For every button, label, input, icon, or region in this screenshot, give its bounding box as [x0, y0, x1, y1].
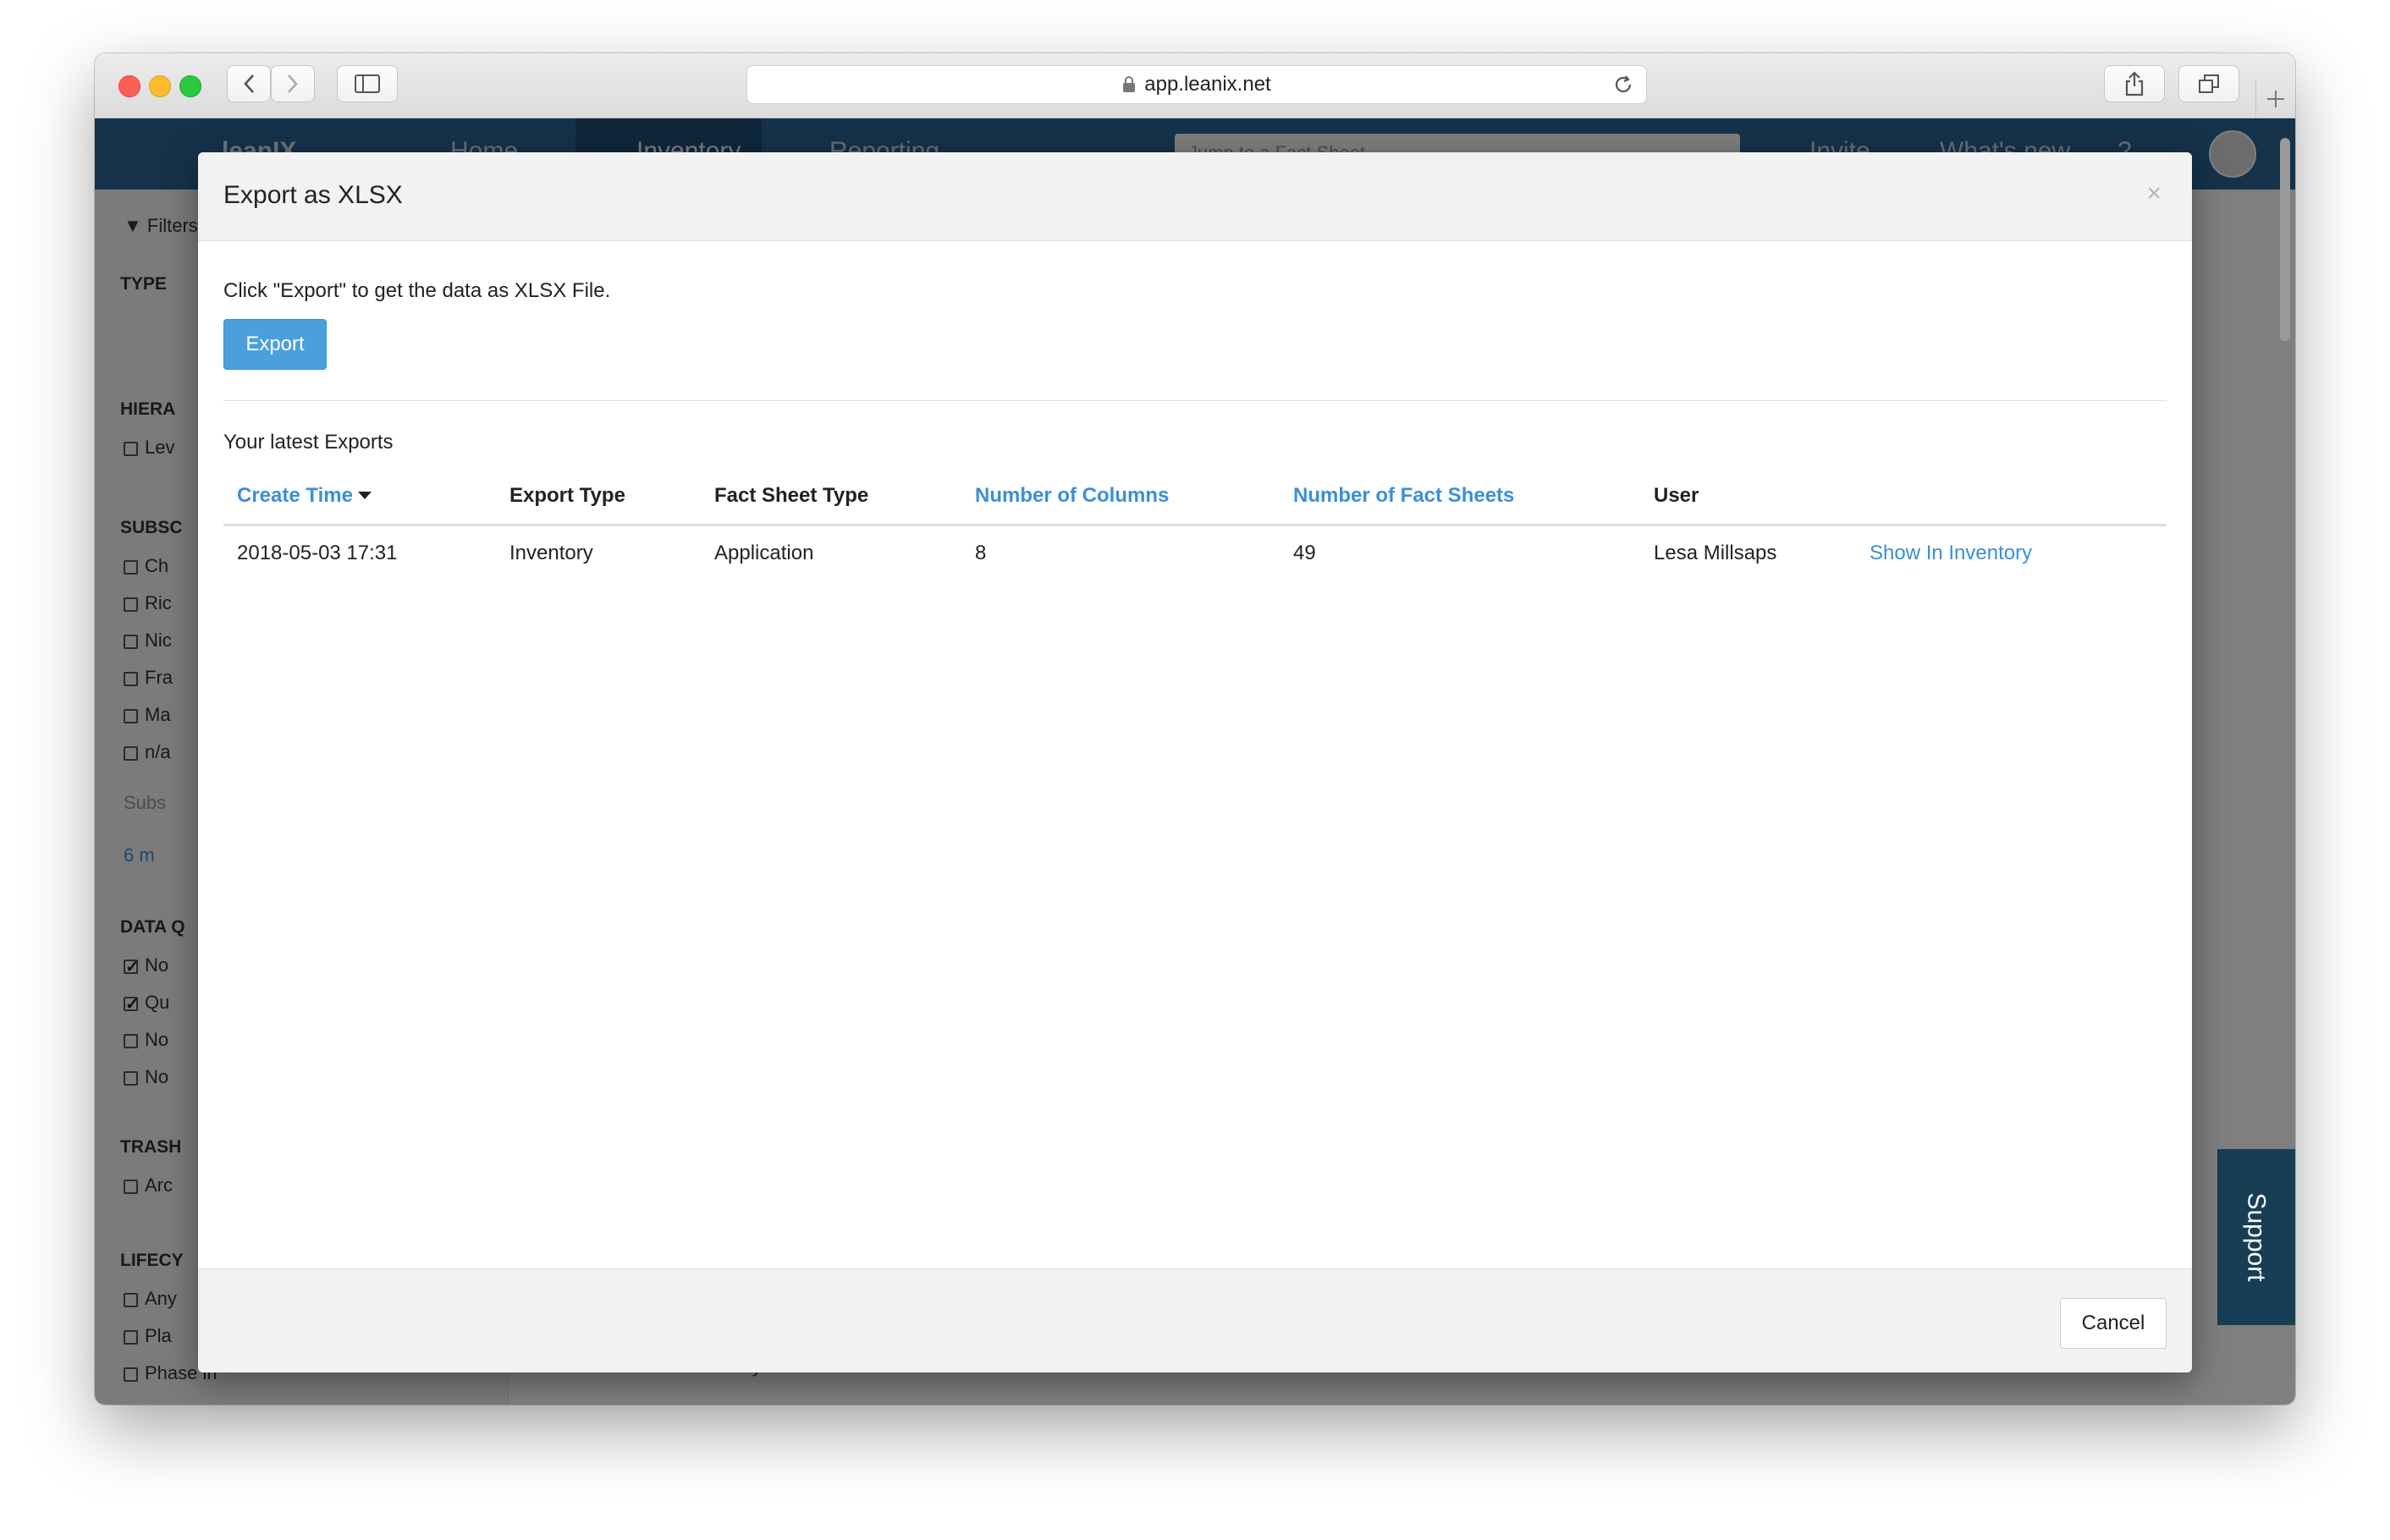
address-bar[interactable]: app.leanix.net: [746, 65, 1647, 104]
minimize-window-button[interactable]: [149, 75, 171, 97]
plus-icon: [2267, 91, 2284, 107]
export-button[interactable]: Export: [223, 319, 327, 370]
close-window-button[interactable]: [118, 75, 140, 97]
show-in-inventory-link[interactable]: Show In Inventory: [1870, 542, 2032, 565]
column-header-user: User: [1654, 484, 1699, 507]
cell-number-of-fact-sheets: 49: [1293, 542, 1316, 564]
share-button[interactable]: [2104, 65, 2165, 102]
share-icon: [2125, 71, 2144, 96]
zoom-window-button[interactable]: [179, 75, 201, 97]
table-header-divider: [223, 524, 2167, 526]
column-header-fact-sheet-type: Fact Sheet Type: [714, 484, 869, 507]
cell-create-time: 2018-05-03 17:31: [237, 542, 398, 564]
cancel-button[interactable]: Cancel: [2060, 1298, 2167, 1349]
url-text: app.leanix.net: [1144, 73, 1271, 96]
sidebar-icon: [355, 74, 380, 93]
chevron-right-icon: [288, 74, 298, 93]
tabs-overview-button[interactable]: [2178, 65, 2239, 102]
modal-header: Export as XLSX ×: [198, 152, 2192, 241]
latest-exports-heading: Your latest Exports: [223, 431, 394, 454]
column-header-create-time[interactable]: Create Time: [237, 484, 372, 508]
scrollbar[interactable]: [2280, 138, 2290, 341]
support-tab[interactable]: Support: [2217, 1149, 2295, 1325]
modal-title: Export as XLSX: [223, 181, 403, 209]
divider: [223, 400, 2167, 401]
sort-desc-icon: [357, 492, 372, 499]
chevron-left-icon: [244, 74, 254, 93]
column-header-number-of-fact-sheets[interactable]: Number of Fact Sheets: [1293, 484, 1514, 508]
back-button[interactable]: [227, 65, 271, 102]
export-instructions: Click "Export" to get the data as XLSX F…: [223, 279, 611, 302]
column-header-number-of-columns[interactable]: Number of Columns: [975, 484, 1169, 508]
close-icon[interactable]: ×: [2146, 179, 2161, 208]
cell-number-of-columns: 8: [975, 542, 987, 564]
sidebar-toggle-button[interactable]: [337, 65, 398, 102]
browser-toolbar: app.leanix.net: [95, 53, 2295, 118]
tabs-icon: [2199, 74, 2219, 93]
lock-icon: [1123, 76, 1136, 92]
modal-footer: Cancel: [198, 1268, 2192, 1372]
column-header-export-type: Export Type: [509, 484, 625, 507]
reload-icon[interactable]: [1612, 74, 1634, 96]
new-tab-button[interactable]: [2255, 80, 2295, 118]
forward-button[interactable]: [271, 65, 315, 102]
export-xlsx-modal: Export as XLSX × Click "Export" to get t…: [198, 152, 2192, 1372]
support-label: Support: [2243, 1192, 2272, 1282]
cell-user: Lesa Millsaps: [1654, 542, 1777, 564]
cell-fact-sheet-type: Application: [714, 542, 814, 564]
cell-export-type: Inventory: [509, 542, 593, 564]
